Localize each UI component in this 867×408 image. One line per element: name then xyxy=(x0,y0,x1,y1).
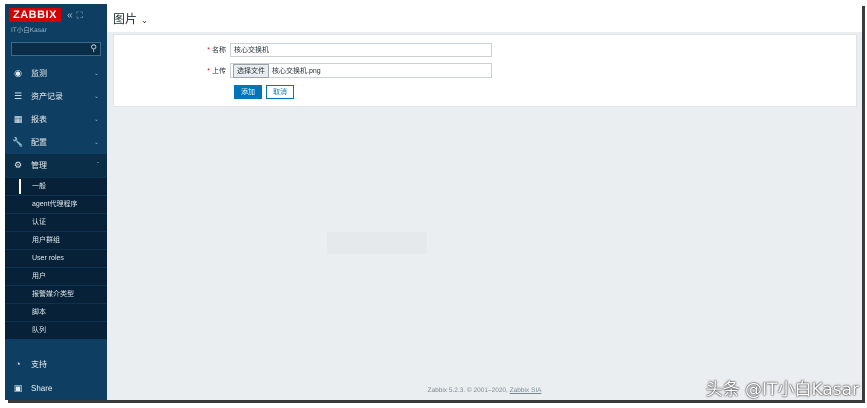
chevron-down-icon: ⌄ xyxy=(93,140,99,146)
search-input[interactable] xyxy=(12,43,92,55)
name-label: * 名称 xyxy=(114,45,230,55)
kiosk-mode-icon[interactable]: ⛶ xyxy=(77,10,83,21)
file-upload-field: 选择文件 核心交换机.png xyxy=(230,63,492,78)
menu-support[interactable]: ◔ 支持 xyxy=(5,352,107,376)
submenu-item-queue[interactable]: 队列 xyxy=(5,321,107,339)
frame-shadow xyxy=(8,400,865,403)
add-button[interactable]: 添加 xyxy=(234,85,262,99)
main-content: 图片 ⌄ *名称 *上传 选择文件 核心交换机.png 添加 取消 Zabbix… xyxy=(107,4,862,400)
required-marker: * xyxy=(207,47,210,54)
submenu-item-media-types[interactable]: 报警媒介类型 xyxy=(5,285,107,303)
submenu-item-users[interactable]: 用户 xyxy=(5,267,107,285)
required-marker: * xyxy=(207,67,210,75)
eye-icon: ◉ xyxy=(14,68,22,78)
wrench-icon: 🔧 xyxy=(12,137,24,147)
menu-label: 报表 xyxy=(31,115,47,124)
collapse-sidebar-icon[interactable]: « xyxy=(67,10,73,21)
chevron-up-icon: ˆ xyxy=(97,162,99,169)
chevron-down-icon: ⌄ xyxy=(93,94,99,100)
submenu-item-general[interactable]: 一般 xyxy=(5,177,107,195)
menu-inventory[interactable]: ☰ 资产记录 ⌄ xyxy=(5,85,107,108)
search-box: ⚲ xyxy=(11,42,101,56)
submenu-item-authentication[interactable]: 认证 xyxy=(5,213,107,231)
image-form: *名称 *上传 选择文件 核心交换机.png 添加 取消 xyxy=(113,34,857,107)
menu-label: Share xyxy=(31,383,53,393)
menu-monitoring[interactable]: ◉ 监测 ⌄ xyxy=(5,62,107,85)
file-name: 核心交换机.png xyxy=(272,67,321,75)
footer-link[interactable]: Zabbix SIA xyxy=(510,387,542,394)
chevron-down-icon: ⌄ xyxy=(139,15,148,25)
share-icon: ▣ xyxy=(13,382,23,393)
menu-label: 配置 xyxy=(31,138,47,147)
name-row: * 名称 xyxy=(114,43,492,57)
menu-share[interactable]: ▣ Share xyxy=(5,376,107,400)
page-title: 图片 xyxy=(113,11,138,26)
sidebar: ZABBIX « ⛶ IT小白Kasar ⚲ ◉ 监测 ⌄ ☰ 资产记录 ⌄ ▦… xyxy=(5,4,107,400)
sidebar-bottom: ◔ 支持 ▣ Share xyxy=(5,352,107,400)
submenu-item-user-groups[interactable]: 用户群组 xyxy=(5,231,107,249)
menu-reports[interactable]: ▦ 报表 ⌄ xyxy=(5,108,107,131)
submenu-item-proxies[interactable]: agent代理程序 xyxy=(5,195,107,213)
cancel-button[interactable]: 取消 xyxy=(266,85,294,99)
choose-file-button[interactable]: 选择文件 xyxy=(233,63,269,78)
button-row: 添加 取消 xyxy=(234,85,294,99)
zabbix-logo[interactable]: ZABBIX xyxy=(9,8,61,22)
report-icon: ▦ xyxy=(13,114,23,124)
upload-label-text: 上传 xyxy=(212,67,226,75)
admin-submenu: 一般 agent代理程序 认证 用户群组 User roles 用户 报警媒介类… xyxy=(5,177,107,339)
upload-row: * 上传 选择文件 核心交换机.png xyxy=(114,63,492,78)
menu-label: 支持 xyxy=(31,359,47,369)
menu-administration[interactable]: ⚙ 管理 ˆ xyxy=(5,154,107,177)
faded-artifact xyxy=(327,232,427,254)
page-header: 图片 ⌄ xyxy=(107,4,862,32)
menu-label: 管理 xyxy=(31,161,47,170)
chevron-down-icon: ⌄ xyxy=(93,71,99,77)
watermark: 头条 @IT小白Kasar xyxy=(705,380,859,400)
server-name: IT小白Kasar xyxy=(11,27,47,34)
search-icon[interactable]: ⚲ xyxy=(90,43,97,54)
frame-shadow xyxy=(862,6,865,402)
list-icon: ☰ xyxy=(13,91,23,101)
page-title-dropdown[interactable]: 图片 ⌄ xyxy=(113,10,148,27)
menu-label: 资产记录 xyxy=(31,92,63,101)
gear-icon: ⚙ xyxy=(13,160,23,170)
name-label-text: 名称 xyxy=(212,47,226,54)
footer-text: Zabbix 5.2.3. © 2001–2020, xyxy=(427,387,510,394)
brand-row: ZABBIX « ⛶ xyxy=(5,4,107,26)
support-icon: ◔ xyxy=(15,359,21,369)
upload-label: * 上传 xyxy=(114,66,230,76)
menu-configuration[interactable]: 🔧 配置 ⌄ xyxy=(5,131,107,154)
chevron-down-icon: ⌄ xyxy=(93,117,99,123)
submenu-item-user-roles[interactable]: User roles xyxy=(5,249,107,267)
name-input[interactable] xyxy=(230,43,492,57)
submenu-item-scripts[interactable]: 脚本 xyxy=(5,303,107,321)
menu-label: 监测 xyxy=(31,69,47,78)
